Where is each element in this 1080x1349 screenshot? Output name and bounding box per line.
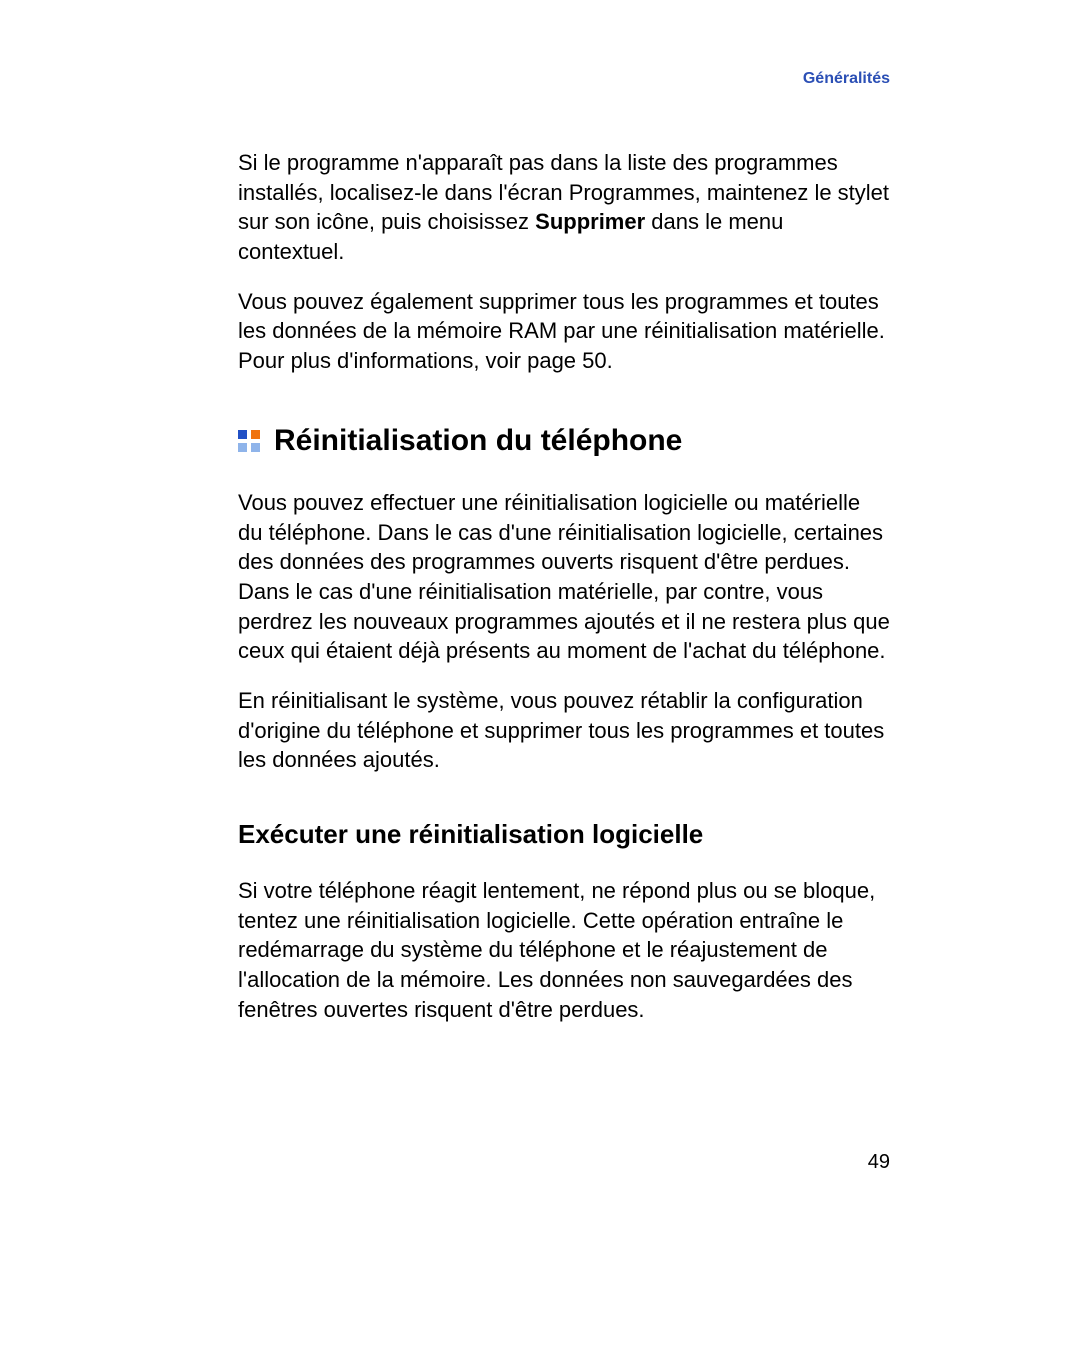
paragraph-5: Si votre téléphone réagit lentement, ne … <box>238 876 890 1024</box>
grid-icon <box>238 430 260 452</box>
header-category: Généralités <box>238 70 890 88</box>
paragraph-2: Vous pouvez également supprimer tous les… <box>238 287 890 376</box>
section-heading-container: Réinitialisation du téléphone <box>238 424 890 458</box>
paragraph-3: Vous pouvez effectuer une réinitialisati… <box>238 488 890 666</box>
sub-heading: Exécuter une réinitialisation logicielle <box>238 819 890 850</box>
paragraph-4: En réinitialisant le système, vous pouve… <box>238 686 890 775</box>
page-content: Généralités Si le programme n'apparaît p… <box>0 0 1080 1024</box>
section-heading: Réinitialisation du téléphone <box>274 424 682 458</box>
page-number: 49 <box>868 1151 890 1174</box>
paragraph-1: Si le programme n'apparaît pas dans la l… <box>238 148 890 267</box>
paragraph-1-bold: Supprimer <box>535 209 645 234</box>
